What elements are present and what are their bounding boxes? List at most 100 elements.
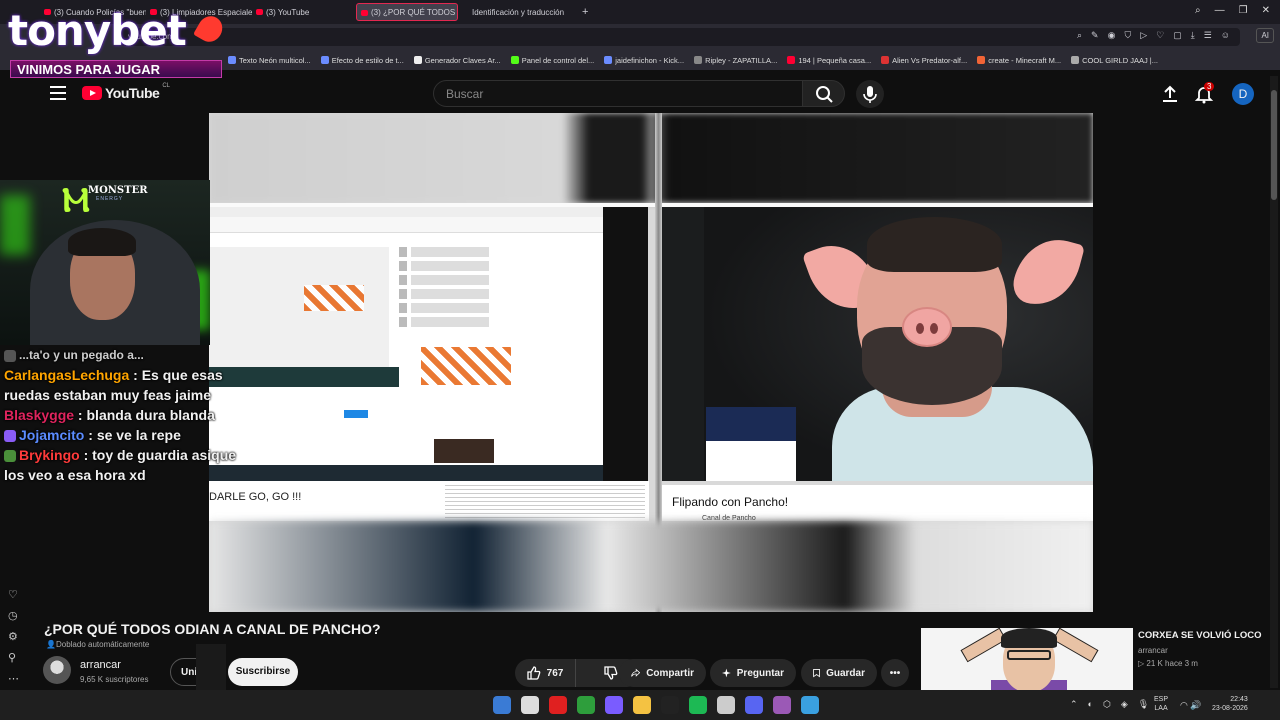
play-icon[interactable]: ▷ xyxy=(1140,30,1147,41)
streamer-webcam: Ⲙ MONSTER ENERGY xyxy=(0,180,210,345)
windows-taskbar: ⌃ ◐ ⬡ ◈ 🎙 xyxy=(0,690,1280,720)
app-icon[interactable] xyxy=(745,696,763,714)
channel-name[interactable]: arrancar xyxy=(80,659,121,671)
download-icon[interactable]: ⤓ xyxy=(1191,30,1195,41)
app-tray-icon[interactable]: ◐ xyxy=(1088,699,1093,710)
account-avatar[interactable]: D xyxy=(1232,83,1254,105)
chevron-up-icon[interactable]: ⌃ xyxy=(1070,699,1078,710)
save-button[interactable]: Guardar xyxy=(801,659,877,687)
video-right-info-card: Flipando con Pancho! Canal de Pancho xyxy=(662,485,1093,522)
camera-icon[interactable]: ◉ xyxy=(1108,30,1116,41)
bookmark-item[interactable]: Alien Vs Predator-alf... xyxy=(881,56,967,65)
heart-icon[interactable]: ♡ xyxy=(8,588,22,601)
bookmark-item[interactable]: create - Minecraft M... xyxy=(977,56,1061,65)
app-icon[interactable] xyxy=(801,696,819,714)
bookmark-item[interactable]: 194 | Pequeña casa... xyxy=(787,56,871,65)
bookmark-item[interactable]: COOL GIRLD JAAJ |... xyxy=(1071,56,1158,65)
address-bar-actions: ⌕ ✎ ◉ ⛉ ▷ ♡ ▢ ⤓ ☰ ☺ xyxy=(1077,30,1230,41)
video-player[interactable]: DARLE GO, GO !!! Flipando con Pancho! Ca… xyxy=(209,113,1093,612)
system-clock[interactable]: 22:43 23-08-2026 xyxy=(1212,695,1248,713)
tab-label: (3) ¿POR QUÉ TODOS OD xyxy=(371,7,457,17)
tab-label: (3) YouTube xyxy=(266,7,310,17)
chat-badge-icon xyxy=(4,349,16,362)
like-button[interactable]: 767 xyxy=(515,659,576,687)
ask-button[interactable]: Preguntar xyxy=(710,659,796,687)
clock-icon[interactable]: ◷ xyxy=(8,609,22,622)
heart-icon[interactable]: ♡ xyxy=(1156,30,1164,41)
browser-tab[interactable]: Identificación y traducción xyxy=(458,3,568,21)
cartoon-glasses xyxy=(1007,650,1051,660)
bookmark-item[interactable]: Efecto de estilo de t... xyxy=(320,56,404,65)
menu-icon[interactable]: ☰ xyxy=(1204,30,1212,41)
share-button[interactable]: Compartir xyxy=(619,659,706,687)
subscribe-button[interactable]: Suscribirse xyxy=(228,658,298,686)
more-horizontal-icon: ••• xyxy=(889,667,901,679)
obs-icon[interactable] xyxy=(661,696,679,714)
task-view-icon[interactable] xyxy=(521,696,539,714)
search-button[interactable] xyxy=(802,80,845,107)
url-input[interactable]: youtube.com/ xyxy=(120,28,1240,46)
new-tab-button[interactable]: + xyxy=(568,3,594,21)
app-icon[interactable] xyxy=(773,696,791,714)
more-actions-button[interactable]: ••• xyxy=(881,659,909,687)
spotify-icon[interactable] xyxy=(689,696,707,714)
search-input[interactable]: Buscar xyxy=(433,80,803,107)
app-tray-icon[interactable]: ⬡ xyxy=(1103,699,1111,710)
chat-username: CarlangasLechuga xyxy=(4,367,130,383)
start-icon[interactable] xyxy=(493,696,511,714)
edit-icon[interactable]: ✎ xyxy=(1091,30,1099,41)
chat-message: Brykingo : toy de guardia asique los veo… xyxy=(4,447,237,483)
youtube-logo[interactable]: YouTube CL xyxy=(82,83,170,101)
file-explorer-icon[interactable] xyxy=(633,696,651,714)
bookmark-item[interactable]: Ripley - ZAPATILLA... xyxy=(694,56,777,65)
lightbulb-icon[interactable]: ⚲ xyxy=(8,651,22,664)
opera-gx-icon[interactable] xyxy=(549,696,567,714)
voice-search-button[interactable] xyxy=(856,80,884,108)
bookmark-item[interactable]: Generador Claves Ar... xyxy=(413,56,501,65)
xbox-icon[interactable] xyxy=(577,696,595,714)
person-hair xyxy=(867,217,1002,272)
cartoon-arm xyxy=(960,628,1007,663)
thumbs-up-icon xyxy=(526,666,541,680)
box-icon[interactable]: ▢ xyxy=(1173,30,1182,41)
ai-button[interactable]: AI xyxy=(1256,28,1274,43)
app-icon[interactable] xyxy=(717,696,735,714)
chat-badge-icon xyxy=(4,430,16,443)
minimize-icon[interactable]: — xyxy=(1215,5,1225,16)
bookmark-item[interactable]: jaidefinichon - Kick... xyxy=(604,56,684,65)
recommended-video-channel[interactable]: arrancar xyxy=(1138,646,1168,655)
discord-icon[interactable] xyxy=(605,696,623,714)
upload-icon[interactable] xyxy=(1160,85,1180,103)
guide-menu-icon[interactable] xyxy=(50,86,66,100)
app-tray-icon[interactable]: ◈ xyxy=(1121,699,1128,710)
maximize-icon[interactable]: ❐ xyxy=(1239,5,1248,16)
subscriber-count: 9,65 K suscriptores xyxy=(80,675,149,684)
profile-icon[interactable]: ☺ xyxy=(1221,30,1230,41)
search-tabs-icon[interactable]: ⌕ xyxy=(1195,5,1201,16)
bookmark-item[interactable]: Texto Neón multicol... xyxy=(228,56,311,65)
recommended-video-title[interactable]: CORXEA SE VOLVIÓ LOCO xyxy=(1138,630,1262,641)
shield-icon[interactable]: ⛉ xyxy=(1124,30,1131,41)
close-icon[interactable]: ✕ xyxy=(1262,5,1270,16)
input-language[interactable]: ESP LAA xyxy=(1154,695,1168,713)
search-icon xyxy=(816,86,833,103)
network-volume-icons[interactable]: ◠ 🔊 xyxy=(1180,700,1202,711)
cartoon-arm xyxy=(1052,628,1099,663)
recommended-video-thumbnail[interactable] xyxy=(921,628,1133,690)
bookmark-item[interactable]: Panel de control del... xyxy=(510,56,594,65)
checkered-graphic xyxy=(421,347,511,385)
window-toolbar xyxy=(209,217,603,233)
gear-icon[interactable]: ⚙ xyxy=(8,630,22,643)
like-count: 767 xyxy=(546,667,564,679)
video-windows-taskbar xyxy=(209,465,603,481)
browser-tab-active[interactable]: (3) ¿POR QUÉ TODOS OD xyxy=(356,3,458,21)
brand-tagline: VINIMOS PARA JUGAR xyxy=(10,60,222,78)
zoom-icon[interactable]: ⌕ xyxy=(1077,30,1082,41)
microphone-icon[interactable]: 🎙 xyxy=(1138,699,1149,710)
browser-tab[interactable]: (3) YouTube xyxy=(252,3,356,21)
more-icon[interactable]: ⋯ xyxy=(8,672,22,685)
channel-avatar[interactable] xyxy=(43,656,71,684)
scrollbar-thumb[interactable] xyxy=(1271,90,1277,200)
dubbing-icon: 👤 xyxy=(46,640,56,649)
bookmark-icon xyxy=(320,56,329,64)
